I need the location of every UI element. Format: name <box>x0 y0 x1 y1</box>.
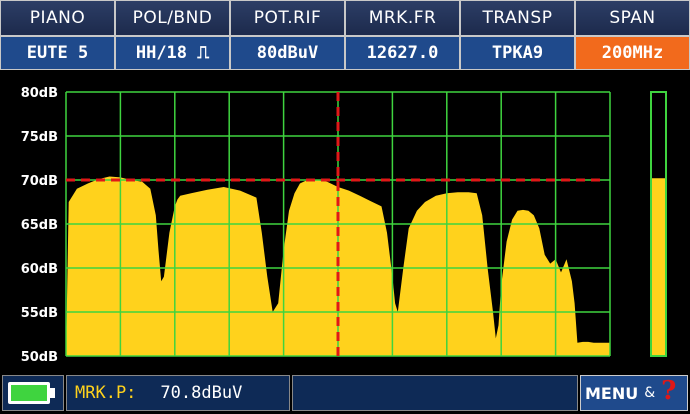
header-label-pol-bnd[interactable]: POL/BND <box>115 0 230 36</box>
menu-button[interactable]: MENU & ? <box>580 375 688 411</box>
header-value-piano[interactable]: EUTE 5 <box>0 36 115 70</box>
header-label-span[interactable]: SPAN <box>575 0 690 36</box>
level-bar-fill <box>652 178 665 355</box>
help-icon[interactable]: ? <box>661 378 676 404</box>
header-value-span[interactable]: 200MHz <box>575 36 690 70</box>
y-tick-label: 50dB <box>21 350 58 365</box>
y-tick-label: 80dB <box>21 86 58 101</box>
menu-amp: & <box>644 385 656 401</box>
y-tick-label: 75dB <box>21 130 58 145</box>
header-value-transp[interactable]: TPKA9 <box>460 36 575 70</box>
header-value-pot-rif[interactable]: 80dBuV <box>230 36 345 70</box>
status-bar: MRK.P: 70.8dBuV MENU & ? <box>0 373 690 414</box>
marker-power-value: 70.8dBuV <box>160 383 243 403</box>
y-tick-label: 60dB <box>21 262 58 277</box>
y-tick-label: 65dB <box>21 218 58 233</box>
header-labels-row: PIANO POL/BND POT.RIF MRK.FR TRANSP SPAN <box>0 0 690 36</box>
header-value-mrk-fr[interactable]: 12627.0 <box>345 36 460 70</box>
menu-label: MENU <box>585 383 639 403</box>
header-label-piano[interactable]: PIANO <box>0 0 115 36</box>
header-value-pol-bnd[interactable]: HH/18 ⎍ <box>115 36 230 70</box>
y-tick-label: 55dB <box>21 306 58 321</box>
battery-panel <box>2 375 64 411</box>
status-message-area <box>292 375 578 411</box>
spectrum-chart[interactable]: 80dB 75dB 70dB 65dB 60dB 55dB 50dB <box>0 72 690 372</box>
battery-icon <box>8 382 55 404</box>
header-label-pot-rif[interactable]: POT.RIF <box>230 0 345 36</box>
y-tick-label: 70dB <box>21 174 58 189</box>
header-label-mrk-fr[interactable]: MRK.FR <box>345 0 460 36</box>
marker-power-label: MRK.P: <box>75 383 137 403</box>
header-values-row: EUTE 5 HH/18 ⎍ 80dBuV 12627.0 TPKA9 200M… <box>0 36 690 70</box>
marker-power-readout: MRK.P: 70.8dBuV <box>66 375 290 411</box>
header-label-transp[interactable]: TRANSP <box>460 0 575 36</box>
